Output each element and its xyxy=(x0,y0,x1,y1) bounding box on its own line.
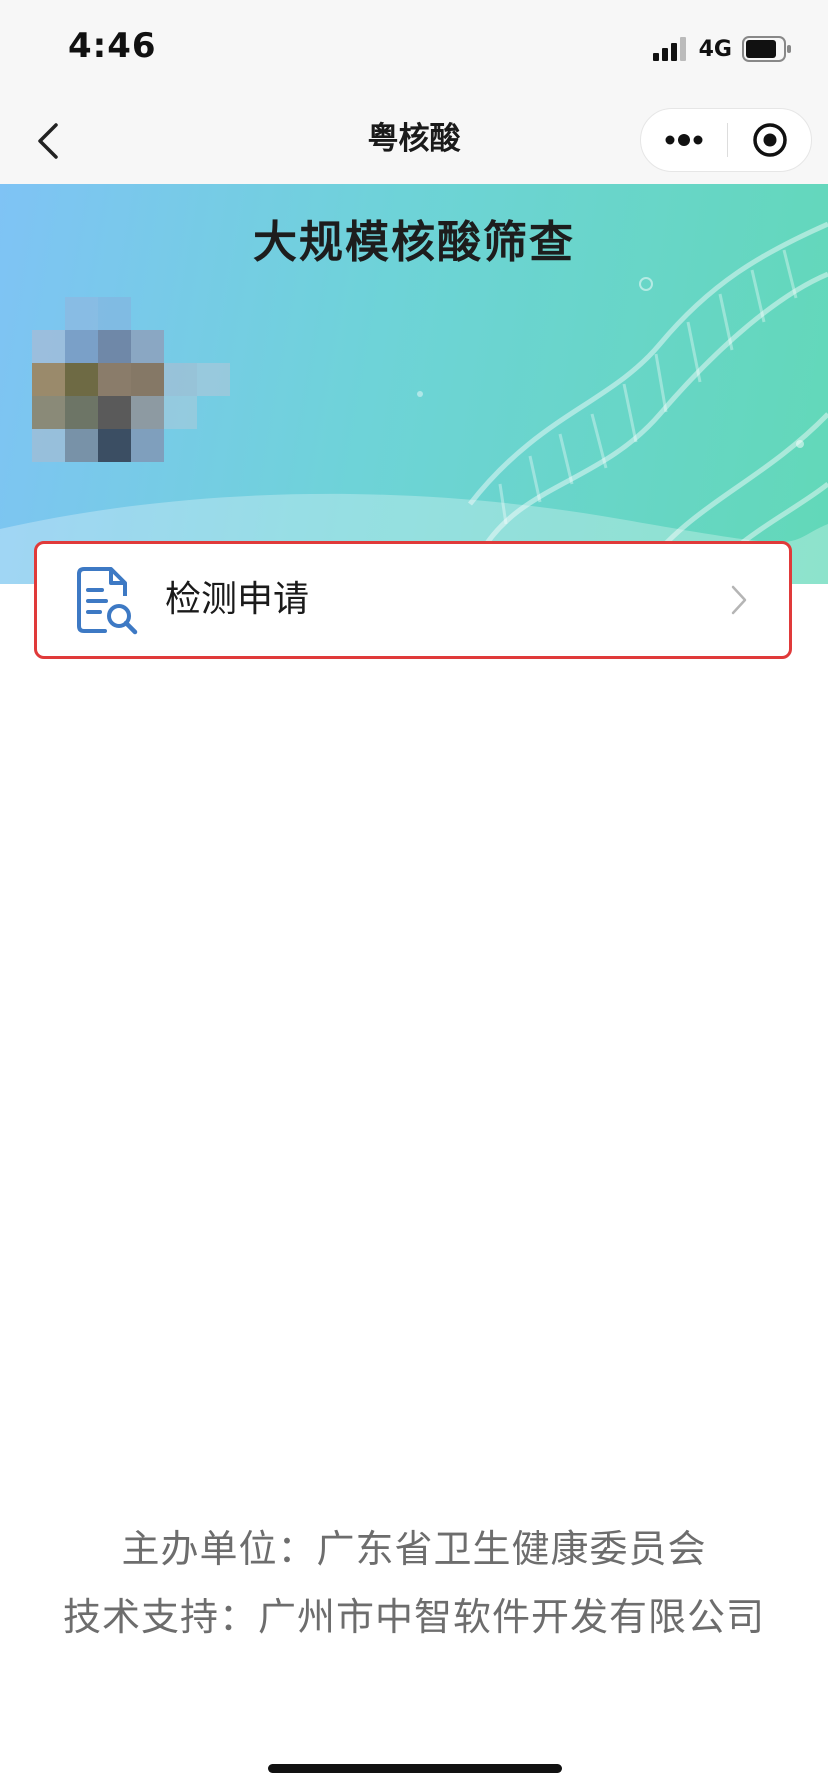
test-application-label: 检测申请 xyxy=(165,579,310,620)
signal-icon xyxy=(652,37,686,61)
nav-bar: 粤核酸 xyxy=(0,98,828,184)
footer-sponsor: 主办单位：广东省卫生健康委员会 xyxy=(121,1527,707,1571)
back-button[interactable] xyxy=(20,112,78,170)
home-indicator[interactable] xyxy=(268,1764,562,1773)
back-icon xyxy=(38,123,58,159)
more-button[interactable] xyxy=(641,109,726,171)
status-indicators: 4G xyxy=(652,34,792,64)
close-target-icon xyxy=(753,123,787,157)
banner: 大规模核酸筛查 xyxy=(0,184,828,584)
network-label: 4G xyxy=(698,36,732,62)
banner-title: 大规模核酸筛查 xyxy=(253,217,575,268)
document-search-icon xyxy=(77,567,138,635)
close-button[interactable] xyxy=(728,109,812,171)
mini-program-capsule xyxy=(640,108,812,172)
battery-icon xyxy=(742,36,791,62)
footer-tech-support: 技术支持：广州市中智软件开发有限公司 xyxy=(62,1595,765,1639)
nav-title: 粤核酸 xyxy=(367,121,461,157)
test-application-item[interactable]: 检测申请 xyxy=(34,541,792,659)
page: 4:46 4G 粤核酸 大规模核酸筛查 检测申请 主办单位：广东省卫生健康委员会… xyxy=(0,0,828,1792)
chevron-right-icon xyxy=(731,585,747,615)
status-bar: 4:46 4G xyxy=(0,0,828,98)
more-icon xyxy=(665,134,702,146)
status-time: 4:46 xyxy=(68,26,157,66)
blurred-avatar xyxy=(32,297,232,467)
